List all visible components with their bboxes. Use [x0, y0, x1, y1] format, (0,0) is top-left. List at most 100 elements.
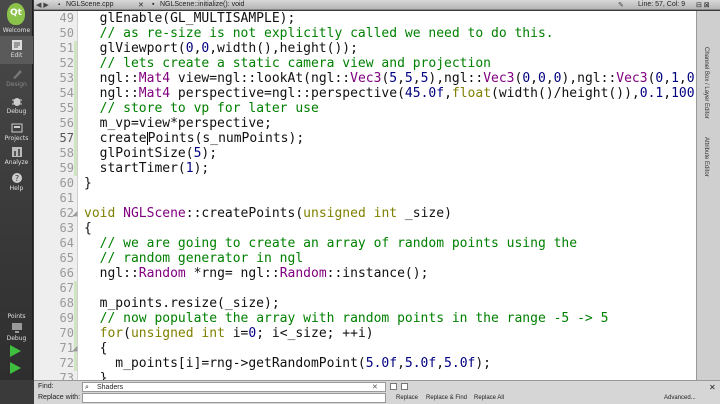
- replace-button[interactable]: Replace: [396, 395, 418, 401]
- debug-run-button[interactable]: [10, 362, 21, 374]
- advanced-button[interactable]: Advanced...: [664, 395, 696, 401]
- mode-projects[interactable]: Projects: [0, 122, 33, 142]
- line-number: 55: [59, 101, 74, 115]
- mode-label: Welcome: [2, 27, 31, 34]
- mode-label: Design: [6, 81, 27, 88]
- code-line[interactable]: // we are going to create an array of ra…: [84, 236, 577, 251]
- line-number: 58: [59, 146, 74, 160]
- line-number: 63: [59, 221, 74, 235]
- channel-box-tab[interactable]: Channel Box / Layer Editor: [703, 47, 709, 119]
- line-number: 69: [59, 311, 74, 325]
- mode-help[interactable]: ? Help: [0, 172, 33, 192]
- line-number: 68: [59, 296, 74, 310]
- scope-icon: ▪: [152, 1, 155, 8]
- line-number: 67: [59, 281, 74, 295]
- replace-input[interactable]: [82, 393, 386, 403]
- target-config-label: Debug: [6, 335, 27, 342]
- code-line[interactable]: createPoints(s_numPoints);: [84, 131, 305, 146]
- design-icon: [12, 70, 22, 79]
- mode-label: Projects: [4, 135, 29, 142]
- debug-icon: [11, 98, 22, 106]
- function-scope-selector[interactable]: NGLScene::initialize(): void: [160, 1, 244, 8]
- run-button[interactable]: [10, 345, 21, 357]
- line-number: 49: [59, 11, 74, 25]
- line-number: 73: [59, 371, 74, 380]
- code-line[interactable]: {: [84, 221, 92, 236]
- code-line[interactable]: // lets create a static camera view and …: [84, 56, 491, 71]
- mode-label: Help: [9, 185, 24, 192]
- search-icon: ⌕: [85, 384, 89, 391]
- line-number: 62: [59, 206, 74, 220]
- replace-label: Replace with:: [38, 394, 81, 401]
- line-number: 64: [59, 236, 74, 250]
- projects-icon: [11, 123, 22, 133]
- help-icon: ?: [11, 173, 22, 183]
- qt-logo-icon[interactable]: Qt: [7, 3, 25, 25]
- code-line[interactable]: m_points.resize(_size);: [84, 296, 280, 311]
- find-prev-button[interactable]: [390, 383, 397, 390]
- line-number: 72: [59, 356, 74, 370]
- mode-welcome[interactable]: Welcome: [0, 27, 33, 34]
- code-line[interactable]: glPointSize(5);: [84, 146, 217, 161]
- code-line[interactable]: // now populate the array with random po…: [84, 311, 609, 326]
- line-number: 53: [59, 71, 74, 85]
- code-line[interactable]: ngl::Mat4 view=ngl::lookAt(ngl::Vec3(5,5…: [84, 71, 696, 86]
- line-number: 52: [59, 56, 74, 70]
- find-label: Find:: [38, 383, 54, 390]
- text-cursor: [146, 132, 148, 145]
- file-tab[interactable]: NGLScene.cpp: [66, 1, 113, 8]
- split-icon[interactable]: ⊟ ⊠: [696, 1, 710, 9]
- code-line[interactable]: // random generator in ngl: [84, 251, 304, 266]
- attribute-editor-tab[interactable]: Attribute Editor: [703, 137, 709, 177]
- logo-text: Qt: [10, 8, 22, 18]
- code-line[interactable]: }: [84, 371, 108, 380]
- replace-all-button[interactable]: Replace All: [474, 395, 504, 401]
- editor-toolbar: ◀ ▶ ▪ NGLScene.cpp ✕ ▪ NGLScene::initial…: [34, 0, 720, 10]
- code-line[interactable]: // store to vp for later use: [84, 101, 319, 116]
- monitor-icon: [11, 323, 22, 333]
- code-line[interactable]: for(unsigned int i=0; i<_size; ++i): [84, 326, 374, 341]
- line-number: 54: [59, 86, 74, 100]
- replace-find-button[interactable]: Replace & Find: [426, 395, 467, 401]
- code-line[interactable]: {: [84, 341, 108, 356]
- code-line[interactable]: void NGLScene::createPoints(unsigned int…: [84, 206, 452, 221]
- code-line[interactable]: startTimer(1);: [84, 161, 210, 176]
- cursor-position: Line: 57, Col: 9: [638, 1, 686, 8]
- find-input[interactable]: ⌕ Shaders: [82, 382, 386, 392]
- line-number: 51: [59, 41, 74, 55]
- mode-label: Debug: [6, 108, 27, 115]
- line-number: 56: [59, 116, 74, 130]
- code-line[interactable]: }: [84, 176, 92, 191]
- line-number: 57: [59, 131, 74, 145]
- code-line[interactable]: ngl::Mat4 perspective=ngl::perspective(4…: [84, 86, 696, 101]
- mode-label: Analyze: [4, 159, 29, 166]
- find-input-value: Shaders: [97, 384, 124, 391]
- line-number: 60: [59, 176, 74, 190]
- code-editor[interactable]: ◢ ◢ 49 50 51 52 53 54 55 56 57 58 59 60 61 62 63 64 65 66…: [34, 11, 696, 380]
- mode-analyze[interactable]: Analyze: [0, 146, 33, 166]
- clear-find-icon[interactable]: ✕: [372, 383, 379, 391]
- target-selector[interactable]: Points Debug: [0, 313, 33, 342]
- edit-icon: [11, 40, 22, 50]
- target-project-label: Points: [7, 313, 26, 320]
- code-line[interactable]: glEnable(GL_MULTISAMPLE);: [84, 11, 296, 26]
- mode-edit[interactable]: Edit: [0, 36, 33, 64]
- code-line[interactable]: glViewport(0,0,width(),height());: [84, 41, 358, 56]
- mode-design[interactable]: Design: [0, 68, 33, 88]
- code-line[interactable]: m_vp=view*perspective;: [84, 116, 272, 131]
- line-number: 70: [59, 326, 74, 340]
- close-file-icon[interactable]: ✕: [138, 1, 144, 9]
- code-line[interactable]: // as re-size is not explicitly called w…: [84, 26, 554, 41]
- code-line[interactable]: m_points[i]=rng->getRandomPoint(5.0f,5.0…: [84, 356, 491, 371]
- nav-back-icon[interactable]: ◀ ▶: [36, 1, 49, 9]
- line-number: 59: [59, 161, 74, 175]
- analyze-icon: [11, 147, 22, 157]
- find-next-button[interactable]: [401, 383, 408, 390]
- mode-sidebar: Qt Welcome Edit Design Debug Projects An…: [0, 0, 33, 380]
- mode-debug[interactable]: Debug: [0, 95, 33, 115]
- line-number: 61: [59, 191, 74, 205]
- close-find-icon[interactable]: ✕: [709, 383, 716, 392]
- code-line[interactable]: ngl::Random *rng= ngl::Random::instance(…: [84, 266, 429, 281]
- svg-text:?: ?: [14, 174, 18, 183]
- line-number: 65: [59, 251, 74, 265]
